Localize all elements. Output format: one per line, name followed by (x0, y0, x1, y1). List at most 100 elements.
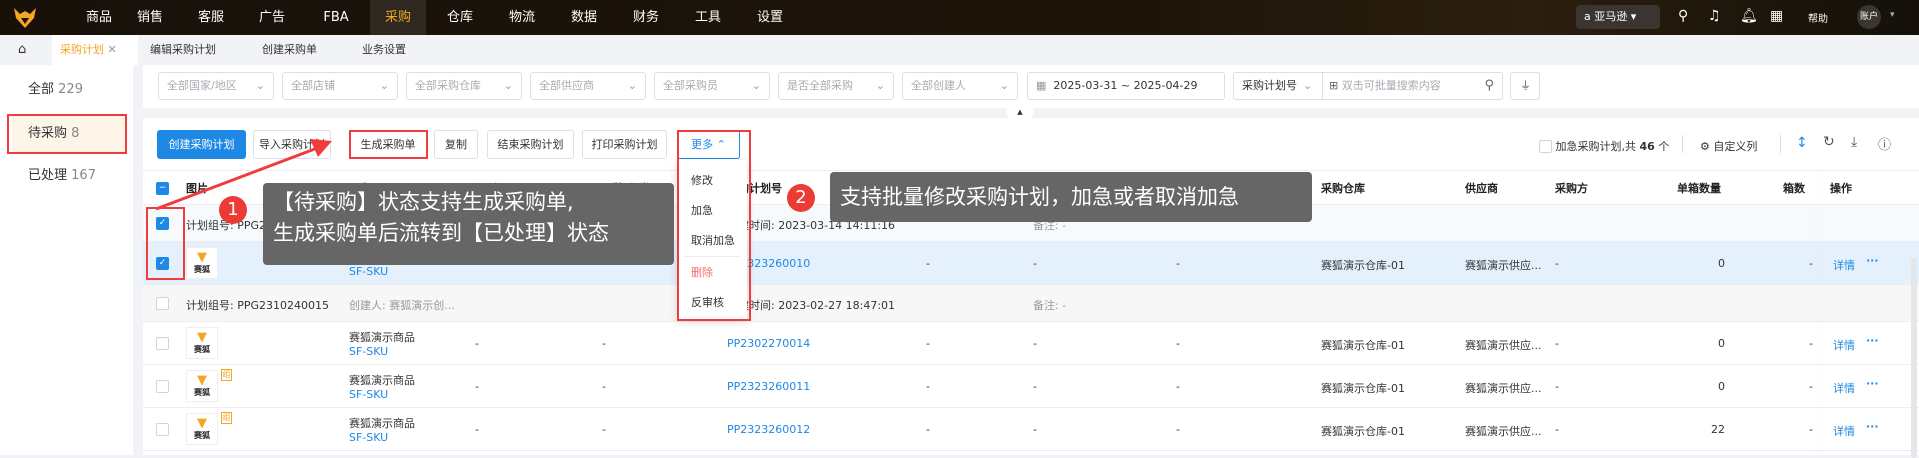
nav-item-9[interactable]: 财务 (618, 0, 674, 35)
bell-icon[interactable]: 🔔︎ (1740, 8, 1758, 24)
filter-select[interactable]: 全部采购仓库 ⌄ (406, 72, 522, 100)
filter-select-label: 全部店铺 (291, 79, 335, 92)
more-actions-icon[interactable]: ··· (1866, 334, 1879, 347)
more-actions-icon[interactable]: ··· (1866, 377, 1879, 390)
download-icon[interactable]: ⤓ (1851, 134, 1857, 150)
nav-item-0[interactable]: 商品 (71, 0, 127, 35)
advanced-filter-button[interactable]: ⏚ (1510, 72, 1540, 100)
nav-item-7[interactable]: 物流 (494, 0, 550, 35)
product-image: ▼ 赛狐 (186, 247, 218, 279)
nav-item-6[interactable]: 仓库 (432, 0, 488, 35)
row-checkbox[interactable]: ✓ (156, 257, 169, 270)
sidebar-item-all[interactable]: 全部 229 (12, 71, 126, 109)
custom-columns-button[interactable]: ⚙ 自定义列 (1700, 138, 1757, 154)
toolbar-button-4[interactable]: 结束采购计划 (487, 130, 574, 159)
menu-item-unapprove[interactable]: 反审核 (691, 294, 724, 310)
product-sku[interactable]: SF-SKU (349, 345, 388, 358)
table-row[interactable]: ▼ 赛狐 赛狐演示商品 SF-SKU - - - - - 赛狐演示仓库-01 赛狐演示供应... - P… (143, 322, 1919, 365)
filter-select[interactable]: 全部国家/地区 ⌄ (158, 72, 274, 100)
product-sku[interactable]: SF-SKU (349, 431, 388, 444)
filter-select[interactable]: 是否全部采购 ⌄ (778, 72, 894, 100)
more-actions-icon[interactable]: ··· (1866, 420, 1879, 433)
filter-select[interactable]: 全部店铺 ⌄ (282, 72, 398, 100)
nav-item-4[interactable]: FBA (308, 0, 364, 35)
search-icon[interactable]: ⚲ (1484, 73, 1494, 99)
row-checkbox[interactable] (156, 380, 169, 393)
search-icon[interactable]: ⚲ (1678, 8, 1688, 24)
cell-value: - (1176, 337, 1180, 350)
filter-icon: ⏚ (1520, 79, 1531, 92)
scrollbar[interactable] (1911, 258, 1917, 458)
toolbar-button-3[interactable]: 复制 (434, 130, 478, 159)
marketplace-switcher[interactable]: a 亚马逊 ▾ (1576, 5, 1660, 29)
menu-item-cancel-urgent[interactable]: 取消加急 (691, 232, 735, 248)
row-checkbox[interactable] (156, 423, 169, 436)
filter-select-label: 全部采购员 (663, 79, 718, 92)
row-checkbox[interactable] (156, 337, 169, 350)
sidebar-item-pending[interactable]: 待采购 8 (12, 115, 126, 153)
table-row[interactable]: ▼ 赛狐组赛狐演示商品 SF-SKU - - - - - 赛狐演示仓库-01 赛狐演示供应... -… (143, 365, 1919, 408)
toolbar-button-2[interactable]: 生成采购单 (349, 130, 427, 159)
column-header: 供应商 (1465, 182, 1498, 195)
search-type-select[interactable]: 采购计划号 (1242, 79, 1297, 92)
plan-number-link[interactable]: PP2323260012 (727, 423, 810, 436)
nav-item-8[interactable]: 数据 (556, 0, 612, 35)
headset-icon[interactable]: ♫ (1708, 8, 1721, 24)
detail-link[interactable]: 详情 (1833, 423, 1855, 439)
filter-select[interactable]: 全部供应商 ⌄ (530, 72, 646, 100)
collapse-filter-toggle[interactable]: ▲ (1007, 108, 1033, 118)
logo-icon[interactable] (12, 6, 38, 30)
detail-link[interactable]: 详情 (1833, 257, 1855, 273)
filter-select[interactable]: 全部创建人 ⌄ (902, 72, 1018, 100)
chevron-down-icon: ⌄ (751, 79, 761, 92)
nav-item-10[interactable]: 工具 (680, 0, 736, 35)
urgent-filter[interactable]: 加急采购计划,共 46 个 (1539, 138, 1669, 154)
toolbar-button-6[interactable]: 更多 ⌃ (677, 130, 740, 159)
row-checkbox[interactable]: ✓ (156, 217, 169, 230)
plan-number-link[interactable]: PP2302270014 (727, 337, 810, 350)
cell-value: - (475, 337, 479, 350)
cell-value: - (1033, 337, 1037, 350)
filter-select[interactable]: 全部采购员 ⌄ (654, 72, 770, 100)
menu-item-urgent[interactable]: 加急 (691, 202, 713, 218)
plan-number-link[interactable]: PP2323260011 (727, 380, 810, 393)
date-range-picker[interactable]: ▦ 2025-03-31 ~ 2025-04-29 (1027, 72, 1225, 100)
column-header: 操作 (1830, 182, 1852, 195)
tab-edit-plan[interactable]: 编辑采购计划 (150, 35, 216, 65)
search-input[interactable]: ⊞ 双击可批量搜索内容 (1322, 73, 1502, 99)
detail-link[interactable]: 详情 (1833, 380, 1855, 396)
product-sku[interactable]: SF-SKU (349, 388, 388, 401)
cell-value: - (1176, 257, 1180, 270)
table-row[interactable]: ▼ 赛狐组赛狐演示商品 SF-SKU - - - - - 赛狐演示仓库-01 赛狐演示供应... -… (143, 408, 1919, 451)
fox-logo-icon: ▼ (197, 250, 207, 265)
sidebar-item-processed[interactable]: 已处理 167 (12, 157, 126, 195)
home-icon[interactable]: ⌂ (18, 35, 26, 65)
help-link[interactable]: 帮助 (1808, 10, 1828, 25)
apps-grid-icon[interactable]: ▦ (1770, 8, 1783, 24)
tab-settings[interactable]: 业务设置 (362, 35, 406, 65)
row-checkbox[interactable] (156, 297, 169, 310)
fox-logo-icon: ▼ (197, 330, 207, 345)
nav-item-2[interactable]: 客服 (183, 0, 239, 35)
more-actions-icon[interactable]: ··· (1866, 254, 1879, 267)
account-avatar[interactable]: 账户 (1857, 5, 1881, 29)
toolbar-button-5[interactable]: 打印采购计划 (582, 130, 667, 159)
tab-create-order[interactable]: 创建采购单 (262, 35, 317, 65)
urgent-checkbox[interactable] (1539, 139, 1552, 153)
chevron-down-icon[interactable]: ▾ (1890, 10, 1895, 20)
close-icon[interactable]: ✕ (108, 43, 117, 56)
nav-item-3[interactable]: 广告 (244, 0, 300, 35)
bundle-badge: 组 (221, 412, 232, 424)
product-sku[interactable]: SF-SKU (349, 265, 388, 278)
refresh-icon[interactable]: ↻ (1823, 134, 1835, 150)
tab-purchase-plan[interactable]: 采购计划 ✕ (52, 35, 138, 65)
nav-item-1[interactable]: 销售 (122, 0, 178, 35)
help-icon[interactable]: ⓘ (1878, 134, 1891, 153)
nav-item-11[interactable]: 设置 (742, 0, 798, 35)
nav-item-5[interactable]: 采购 (370, 0, 426, 35)
detail-link[interactable]: 详情 (1833, 337, 1855, 353)
cell-value: - (1033, 423, 1037, 436)
menu-item-delete[interactable]: 删除 (691, 264, 713, 280)
row-density-icon[interactable]: ↕ (1796, 135, 1808, 151)
menu-item-edit[interactable]: 修改 (691, 172, 713, 188)
